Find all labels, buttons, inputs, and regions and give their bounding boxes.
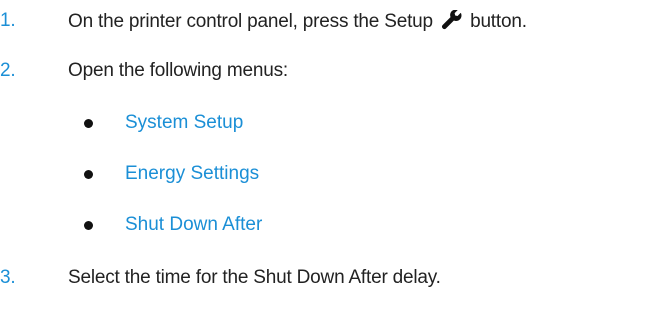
- instructions-page: 1. On the printer control panel, press t…: [0, 0, 654, 316]
- step-2-number: 2.: [0, 60, 16, 81]
- step-1-text-after: button.: [470, 10, 527, 32]
- menu-link-energy-settings[interactable]: Energy Settings: [125, 163, 259, 185]
- bullet-icon: [84, 220, 93, 230]
- wrench-icon: [441, 9, 462, 29]
- menu-link-shut-down-after[interactable]: Shut Down After: [125, 214, 262, 236]
- step-1-number: 1.: [0, 10, 16, 31]
- step-3-text: Select the time for the Shut Down After …: [68, 267, 441, 288]
- step-2-text: Open the following menus:: [68, 60, 288, 81]
- menu-link-system-setup[interactable]: System Setup: [125, 112, 243, 134]
- step-1-text-before: On the printer control panel, press the …: [68, 10, 433, 32]
- step-1-text: On the printer control panel, press the …: [68, 9, 527, 33]
- step-3-number: 3.: [0, 267, 16, 288]
- bullet-icon: [84, 169, 93, 179]
- bullet-icon: [84, 118, 93, 128]
